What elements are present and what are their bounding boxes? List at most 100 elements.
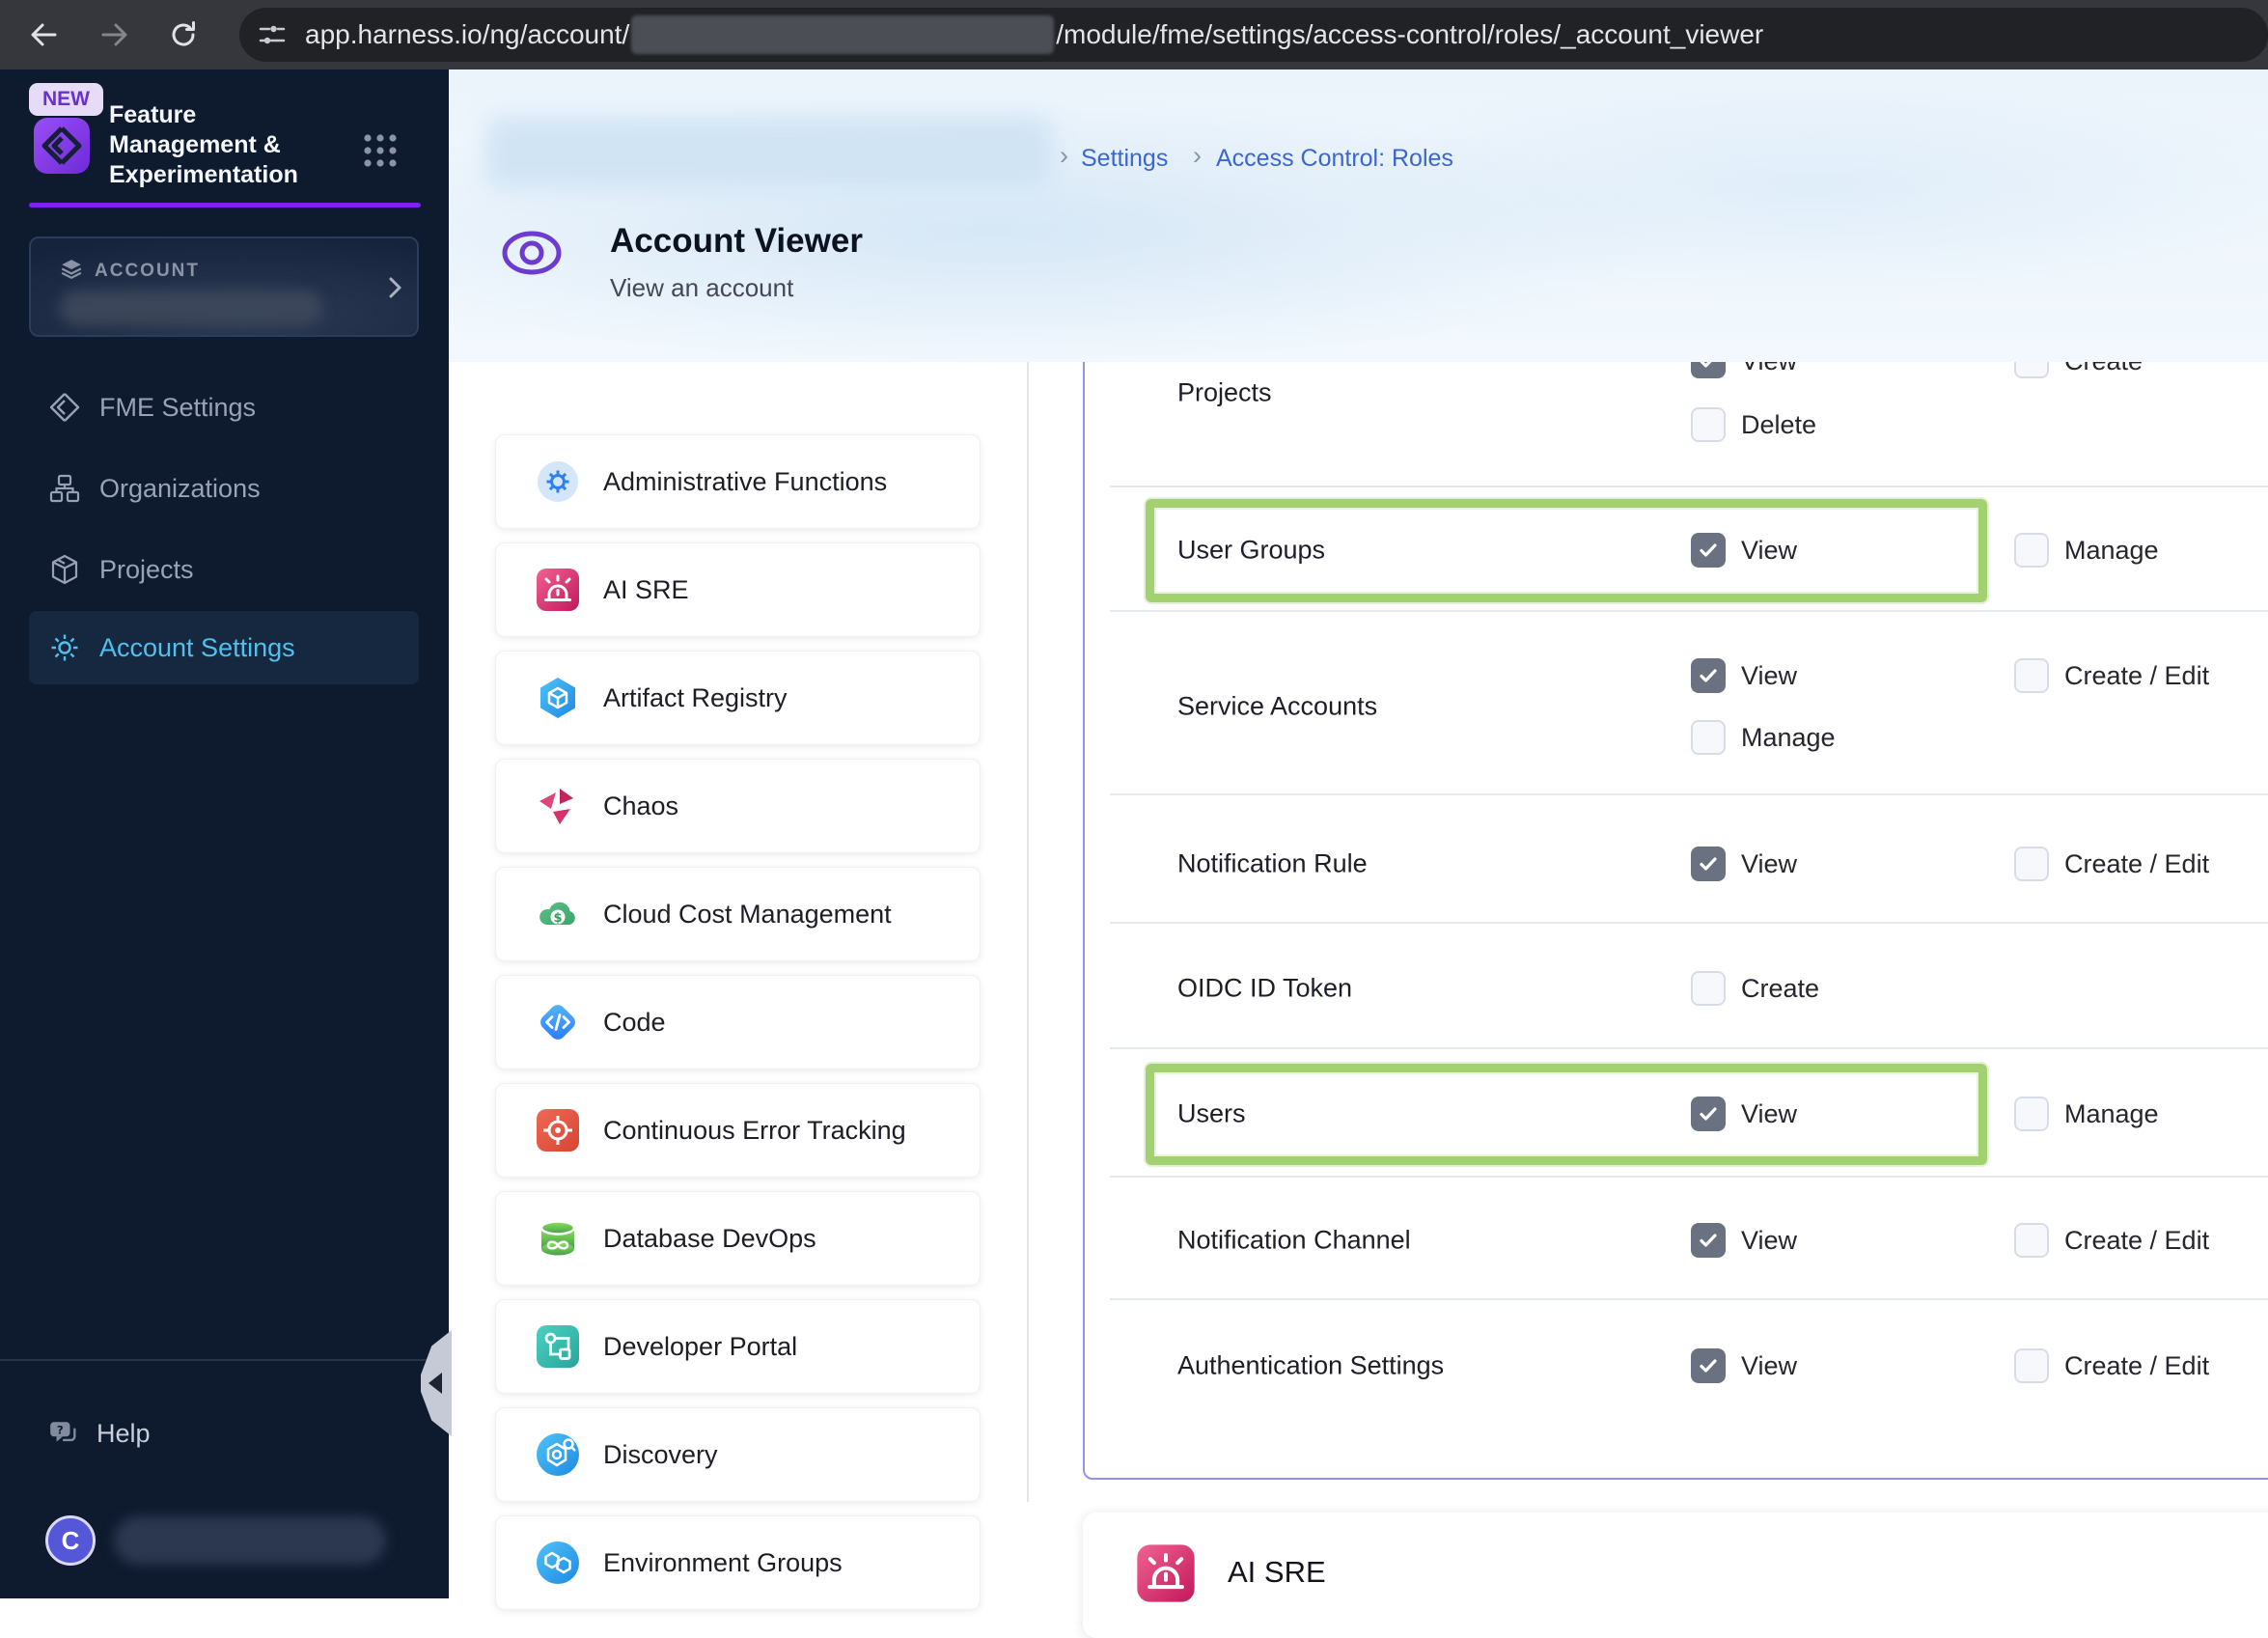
redacted-account-name xyxy=(60,291,322,325)
module-card-administrative-functions[interactable]: Administrative Functions xyxy=(495,434,981,529)
module-label: Database DevOps xyxy=(603,1223,816,1253)
permission-user-groups-view: View xyxy=(1691,533,1797,568)
module-card-database-devops[interactable]: Database DevOps xyxy=(495,1191,981,1286)
module-card-chaos[interactable]: Chaos xyxy=(495,759,981,853)
user-avatar[interactable]: C xyxy=(45,1515,96,1566)
checkbox-unchecked[interactable] xyxy=(1691,720,1726,755)
checkbox-label: Create xyxy=(1741,973,1820,1003)
checkbox-label: Manage xyxy=(1741,722,1836,752)
siren-icon xyxy=(536,568,580,612)
breadcrumb-settings-link[interactable]: Settings xyxy=(1081,145,1168,173)
permission-label: Notification Channel xyxy=(1177,1225,1411,1255)
sidebar-item-account-settings[interactable]: Account Settings xyxy=(29,611,419,684)
module-card-ai-sre[interactable]: AI SRE xyxy=(495,542,981,637)
fme-logo-icon xyxy=(34,118,90,174)
module-label: Environment Groups xyxy=(603,1547,843,1577)
checkbox-unchecked[interactable] xyxy=(2014,1348,2049,1383)
admin-gear-icon xyxy=(536,459,580,504)
module-label: Code xyxy=(603,1007,666,1037)
projects-cube-icon xyxy=(48,553,81,586)
viewer-eye-icon xyxy=(502,231,562,275)
url-text: app.harness.io/ng/account//module/fme/se… xyxy=(305,15,1763,54)
sidebar-item-projects[interactable]: Projects xyxy=(29,539,419,600)
module-card-environment-groups[interactable]: Environment Groups xyxy=(495,1515,981,1610)
checkbox-label: View xyxy=(1741,660,1798,690)
checkbox-label: Create / Edit xyxy=(2064,1225,2210,1255)
module-label: Cloud Cost Management xyxy=(603,899,892,929)
new-badge: NEW xyxy=(29,83,103,116)
checkbox-unchecked[interactable] xyxy=(1691,407,1726,442)
svg-text:$: $ xyxy=(553,911,562,926)
permission-label: OIDC ID Token xyxy=(1177,973,1353,1003)
permission-notification-channel-create-edit: Create / Edit xyxy=(2014,1223,2209,1258)
module-card-code[interactable]: Code xyxy=(495,975,981,1069)
module-grid-icon[interactable] xyxy=(361,131,400,170)
checkbox-checked[interactable] xyxy=(1691,1348,1726,1383)
artifact-hexagon-icon xyxy=(536,676,580,720)
checkbox-checked[interactable] xyxy=(1691,658,1726,693)
module-label: Artifact Registry xyxy=(603,682,788,712)
help-label: Help xyxy=(97,1418,151,1448)
site-info-icon[interactable] xyxy=(255,17,290,52)
module-card-developer-portal[interactable]: Developer Portal xyxy=(495,1299,981,1394)
url-bar[interactable]: app.harness.io/ng/account//module/fme/se… xyxy=(239,8,2268,62)
avatar-letter: C xyxy=(61,1525,80,1555)
permission-service-accounts-view: View xyxy=(1691,658,1797,693)
browser-back-icon[interactable] xyxy=(27,17,62,52)
page-header: › Settings › Access Control: Roles Accou… xyxy=(449,69,2268,362)
browser-reload-icon[interactable] xyxy=(166,17,201,52)
checkbox-unchecked[interactable] xyxy=(1691,971,1726,1006)
checkbox-unchecked[interactable] xyxy=(2014,533,2049,568)
permission-label: Service Accounts xyxy=(1177,691,1378,721)
permissions-panel: Projects View Create Delete User Groups View M… xyxy=(1083,328,2268,1480)
checkbox-label: View xyxy=(1741,1225,1798,1255)
permission-label: Authentication Settings xyxy=(1177,1350,1445,1380)
sidebar-item-fme-settings[interactable]: FME Settings xyxy=(29,376,419,438)
checkbox-checked[interactable] xyxy=(1691,533,1726,568)
module-card-artifact-registry[interactable]: Artifact Registry xyxy=(495,651,981,745)
module-label: AI SRE xyxy=(603,574,689,604)
sidebar-item-organizations[interactable]: Organizations xyxy=(29,458,419,519)
help-button[interactable]: ? Help xyxy=(29,1403,318,1463)
checkbox-checked[interactable] xyxy=(1691,1097,1726,1131)
next-section-card[interactable]: AI SRE xyxy=(1083,1513,2268,1638)
browser-forward-icon[interactable] xyxy=(97,17,131,52)
permission-label: User Groups xyxy=(1177,535,1326,565)
checkbox-unchecked[interactable] xyxy=(2014,1097,2049,1131)
module-card-discovery[interactable]: Discovery xyxy=(495,1407,981,1502)
target-icon xyxy=(536,1108,580,1152)
permission-oidc-id-token-create: Create xyxy=(1691,971,1819,1006)
content-divider xyxy=(1027,362,1029,1502)
sidebar-item-label: Account Settings xyxy=(99,632,295,662)
layers-icon xyxy=(61,260,82,279)
database-icon xyxy=(536,1216,580,1261)
checkbox-checked[interactable] xyxy=(1691,847,1726,881)
checkbox-label: Create / Edit xyxy=(2064,660,2210,690)
page-subtitle: View an account xyxy=(610,273,794,302)
checkbox-unchecked[interactable] xyxy=(2014,1223,2049,1258)
module-label: Continuous Error Tracking xyxy=(603,1115,906,1145)
sidebar-item-label: Projects xyxy=(99,554,194,584)
permission-notification-channel-view: View xyxy=(1691,1223,1797,1258)
module-card-cloud-cost-management[interactable]: $ Cloud Cost Management xyxy=(495,867,981,961)
checkbox-unchecked[interactable] xyxy=(2014,658,2049,693)
account-selector[interactable]: ACCOUNT xyxy=(29,236,419,337)
permission-row-user-groups: User Groups View Manage xyxy=(1085,487,2268,612)
next-section-label: AI SRE xyxy=(1228,1555,1326,1589)
checkbox-label: View xyxy=(1741,848,1798,878)
checkbox-unchecked[interactable] xyxy=(2014,847,2049,881)
permission-authentication-settings-create-edit: Create / Edit xyxy=(2014,1348,2209,1383)
discovery-radar-icon xyxy=(536,1432,580,1477)
browser-toolbar: app.harness.io/ng/account//module/fme/se… xyxy=(0,0,2268,69)
permission-row-oidc-id-token: OIDC ID Token Create xyxy=(1085,924,2268,1049)
redacted-account-id xyxy=(631,15,1055,54)
code-diamond-icon xyxy=(536,1000,580,1044)
module-label: Discovery xyxy=(603,1439,718,1469)
permission-projects-delete: Delete xyxy=(1691,407,1816,442)
cloud-dollar-icon: $ xyxy=(536,892,580,936)
module-card-continuous-error-tracking[interactable]: Continuous Error Tracking xyxy=(495,1083,981,1178)
permission-service-accounts-create-edit: Create / Edit xyxy=(2014,658,2209,693)
sidebar-item-label: Organizations xyxy=(99,473,261,503)
checkbox-checked[interactable] xyxy=(1691,1223,1726,1258)
breadcrumb-roles-link[interactable]: Access Control: Roles xyxy=(1216,145,1453,173)
